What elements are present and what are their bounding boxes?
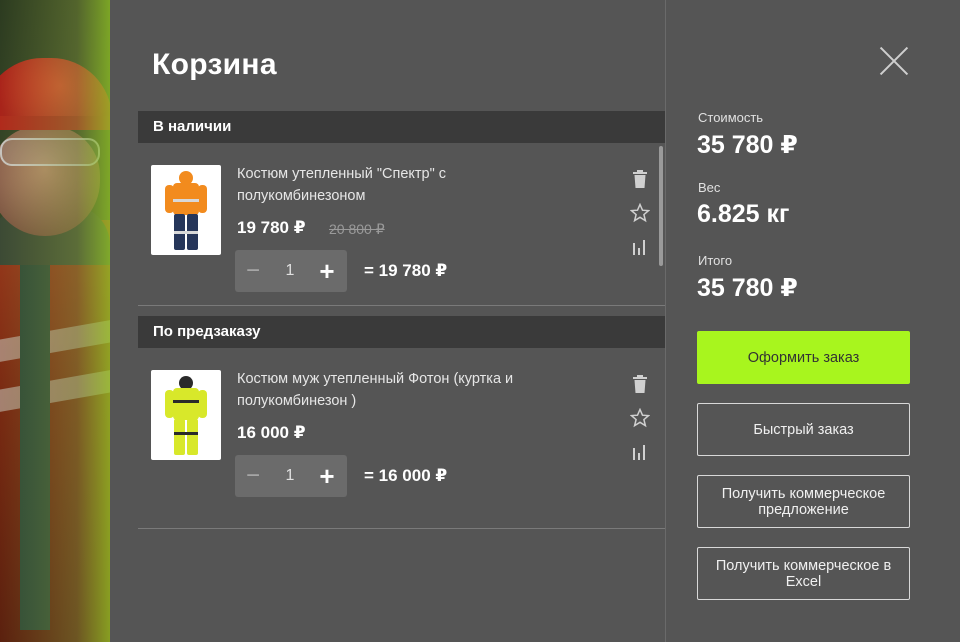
total-label: Итого	[698, 253, 733, 268]
product-image[interactable]	[151, 165, 221, 255]
page-title: Корзина	[152, 48, 277, 81]
bar-chart-icon[interactable]	[628, 230, 652, 264]
product-name[interactable]: Костюм муж утепленный Фотон (куртка и по…	[237, 368, 537, 412]
weight-label: Вес	[698, 180, 721, 195]
background-photo	[0, 0, 110, 642]
increase-quantity-button[interactable]: +	[309, 461, 345, 492]
item-actions	[628, 162, 652, 264]
bar-chart-icon[interactable]	[628, 435, 652, 469]
decrease-quantity-button[interactable]: −	[235, 257, 271, 285]
weight-value: 6.825 кг	[697, 200, 790, 228]
quantity-stepper: − 1 +	[235, 455, 347, 497]
cost-label: Стоимость	[698, 110, 764, 125]
cost-value: 35 780 ₽	[697, 131, 798, 159]
star-icon[interactable]	[628, 196, 652, 230]
quantity-value[interactable]: 1	[271, 262, 309, 280]
close-icon[interactable]	[879, 46, 909, 76]
cart-item: Костюм утепленный "Спектр" с полукомбине…	[138, 144, 665, 306]
increase-quantity-button[interactable]: +	[309, 256, 345, 287]
decrease-quantity-button[interactable]: −	[235, 462, 271, 490]
product-price: 19 780 ₽	[237, 218, 306, 237]
scrollbar[interactable]	[659, 146, 663, 266]
product-old-price: 20 800 ₽	[329, 221, 385, 237]
trash-icon[interactable]	[628, 162, 652, 196]
quick-order-button[interactable]: Быстрый заказ	[697, 403, 910, 456]
product-name[interactable]: Костюм утепленный "Спектр" с полукомбине…	[237, 163, 537, 207]
commercial-offer-button[interactable]: Получить коммерческое предложение	[697, 475, 910, 528]
item-total: = 19 780 ₽	[364, 261, 448, 280]
cart-item: Костюм муж утепленный Фотон (куртка и по…	[138, 349, 665, 529]
cart-panel: Корзина В наличии Костюм утепленный "Спе…	[110, 0, 665, 642]
commercial-excel-button[interactable]: Получить коммерческое в Excel	[697, 547, 910, 600]
total-value: 35 780 ₽	[697, 274, 798, 302]
quantity-stepper: − 1 +	[235, 250, 347, 292]
order-summary-panel: Стоимость 35 780 ₽ Вес 6.825 кг Итого 35…	[665, 0, 960, 642]
item-actions	[628, 367, 652, 469]
product-price: 16 000 ₽	[237, 423, 306, 442]
product-image[interactable]	[151, 370, 221, 460]
trash-icon[interactable]	[628, 367, 652, 401]
section-header-preorder: По предзаказу	[138, 316, 665, 348]
section-header-in-stock: В наличии	[138, 111, 665, 143]
checkout-button[interactable]: Оформить заказ	[697, 331, 910, 384]
star-icon[interactable]	[628, 401, 652, 435]
quantity-value[interactable]: 1	[271, 467, 309, 485]
item-total: = 16 000 ₽	[364, 466, 448, 485]
